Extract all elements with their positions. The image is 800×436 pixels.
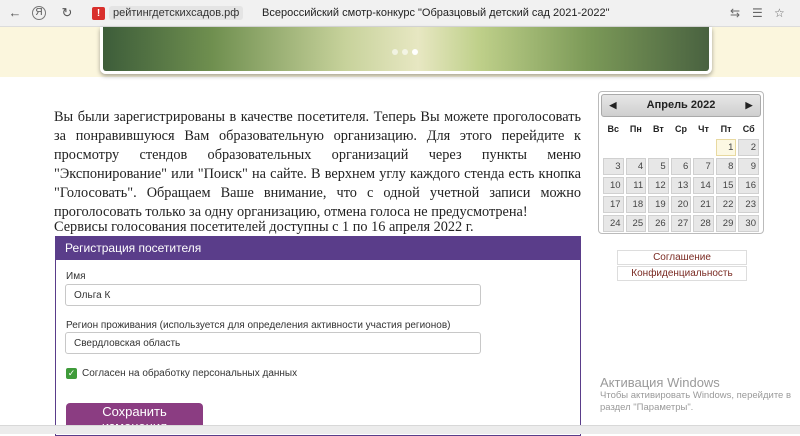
consent-row[interactable]: ✓ Согласен на обработку персональных данн… (66, 367, 297, 381)
footer-links: Соглашение Конфиденциальность (617, 250, 747, 282)
name-label: Имя (66, 271, 86, 282)
calendar-day[interactable]: 19 (648, 196, 669, 213)
weekday-label: Вс (607, 124, 620, 134)
weekday-label: Сб (742, 124, 755, 134)
calendar-day[interactable]: 27 (670, 215, 692, 232)
intro-text: Вы были зарегистрированы в качестве посе… (54, 109, 581, 220)
consent-checkbox[interactable]: ✓ (66, 367, 77, 379)
yandex-icon[interactable]: Я (32, 6, 46, 20)
calendar-day[interactable]: 18 (625, 196, 647, 213)
consent-label: Согласен на обработку персональных данны… (82, 368, 298, 379)
region-input[interactable] (65, 332, 481, 354)
region-label: Регион проживания (используется для опре… (66, 320, 451, 331)
weekday-label: Вт (653, 124, 664, 134)
registration-message: Вы были зарегистрированы в качестве посе… (54, 108, 581, 222)
calendar-day[interactable]: 5 (648, 158, 669, 175)
calendar-empty-cell (671, 139, 692, 156)
calendar-week: 24 25 26 27 28 29 30 (603, 215, 759, 232)
calendar-day[interactable]: 6 (670, 158, 692, 175)
registration-panel: Регистрация посетителя Имя Регион прожив… (55, 236, 581, 436)
calendar-day[interactable]: 16 (738, 177, 759, 194)
warning-icon: ! (92, 6, 105, 20)
calendar-widget: ◀ Апрель 2022 ▶ Вс Пн Вт Ср Чт Пт Сб 123456789… (598, 91, 764, 234)
calendar-day[interactable]: 10 (603, 177, 624, 194)
calendar-week: 12 (603, 139, 759, 156)
back-arrow-icon[interactable]: ← (6, 4, 24, 22)
calendar-header: ◀ Апрель 2022 ▶ (601, 94, 761, 117)
translate-icon[interactable]: ⇆ (730, 4, 740, 22)
calendar-day[interactable]: 21 (693, 196, 714, 213)
weekday-label: Ср (674, 124, 687, 134)
calendar-day[interactable]: 20 (670, 196, 692, 213)
calendar-grid: Вс Пн Вт Ср Чт Пт Сб 1 2 3 4 5 6 7 8 9 10 11 12 13 14 15 16 17… (601, 119, 761, 234)
address-bar[interactable]: ! рейтингдетскихсадов.рф (92, 4, 244, 22)
page-tab-title: Всероссийский смотр-конкурс "Образцовый … (262, 7, 610, 19)
calendar-day[interactable]: 23 (738, 196, 759, 213)
calendar-day[interactable]: 25 (625, 215, 647, 232)
slider-dot[interactable] (402, 49, 408, 55)
calendar-day[interactable]: 13 (670, 177, 692, 194)
bookmark-icon[interactable]: ☆ (774, 4, 785, 22)
calendar-day[interactable]: 22 (715, 196, 737, 213)
calendar-day[interactable]: 2 (738, 139, 759, 156)
calendar-empty-cell (648, 139, 669, 156)
calendar-week: 10 11 12 13 14 15 16 (603, 177, 759, 194)
calendar-day[interactable]: 4 (625, 158, 647, 175)
activation-line-1: Чтобы активировать Windows, перейдите в (600, 390, 792, 401)
calendar-week: 17 18 19 20 21 22 23 (603, 196, 759, 213)
calendar-week: 3456789 (603, 158, 759, 175)
agreement-link[interactable]: Соглашение (617, 250, 747, 265)
calendar-weekdays: Вс Пн Вт Ср Чт Пт Сб (603, 121, 759, 137)
calendar-day[interactable]: 24 (603, 215, 624, 232)
calendar-empty-cell (626, 139, 647, 156)
reader-icon[interactable]: ☰ (752, 4, 763, 22)
calendar-empty-cell (693, 139, 714, 156)
calendar-day[interactable]: 8 (715, 158, 737, 175)
slider-dot[interactable] (392, 49, 398, 55)
activation-title: Активация Windows (600, 375, 720, 390)
prev-month-icon[interactable]: ◀ (604, 95, 622, 116)
calendar-month: Апрель 2022 (646, 99, 716, 111)
slider-dot-active[interactable] (412, 49, 418, 55)
calendar-day[interactable]: 3 (603, 158, 624, 175)
url-text[interactable]: рейтингдетскихсадов.рф (109, 6, 244, 20)
calendar-day[interactable]: 1 (715, 139, 737, 156)
slider-dots (392, 42, 422, 60)
panel-header: Регистрация посетителя (55, 236, 581, 260)
calendar-day[interactable]: 14 (693, 177, 714, 194)
reload-icon[interactable]: ↻ (58, 4, 76, 22)
calendar-day[interactable]: 7 (693, 158, 714, 175)
name-input[interactable] (65, 284, 481, 306)
calendar-day[interactable]: 26 (648, 215, 669, 232)
calendar-day[interactable]: 9 (738, 158, 759, 175)
calendar-empty-cell (603, 139, 624, 156)
weekday-label: Пт (720, 124, 732, 134)
browser-toolbar: ← Я ↻ ! рейтингдетскихсадов.рф Всероссийс… (0, 0, 800, 27)
calendar-day[interactable]: 28 (693, 215, 714, 232)
calendar-day[interactable]: 15 (715, 177, 737, 194)
calendar-day[interactable]: 17 (603, 196, 624, 213)
calendar-day[interactable]: 12 (648, 177, 669, 194)
next-month-icon[interactable]: ▶ (740, 95, 758, 116)
privacy-link[interactable]: Конфиденциальность (617, 266, 747, 281)
calendar-days: 1 2 3 4 5 6 7 8 9 10 11 12 13 14 15 16 17 18 19 20 21 22 23 24 2… (603, 139, 759, 232)
voting-dates-text: Сервисы голосования посетителей доступны… (54, 219, 474, 235)
weekday-label: Чт (698, 124, 709, 134)
activation-line-2: раздел "Параметры". (600, 402, 694, 413)
calendar-day[interactable]: 29 (715, 215, 737, 232)
calendar-day[interactable]: 30 (738, 215, 759, 232)
calendar-day[interactable]: 11 (625, 177, 647, 194)
weekday-label: Пн (629, 124, 642, 134)
windows-activation-watermark: Активация Windows Чтобы активировать Win… (600, 375, 791, 414)
